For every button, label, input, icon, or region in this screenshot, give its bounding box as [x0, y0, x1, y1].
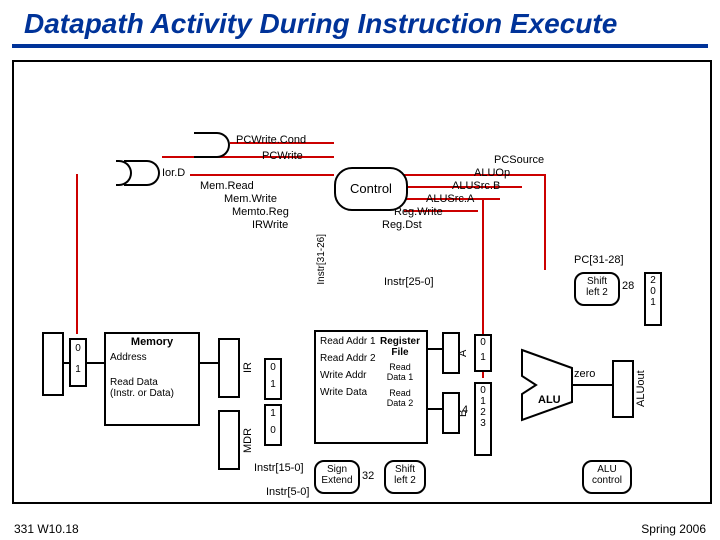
alu-control: ALU control [582, 460, 632, 494]
mdr-register: MDR [218, 410, 240, 470]
wire [60, 362, 70, 364]
datapath-frame: Control PCWrite.Cond PCWrite Ior.D Mem.R… [12, 60, 712, 504]
mux-in-0: 0 [266, 362, 280, 373]
signal-pcsource: PCSource [494, 154, 544, 166]
mux-in-1: 1 [266, 408, 280, 419]
memory-readdata-port: Read Data (Instr. or Data) [110, 377, 194, 399]
signal-regwrite: Reg.Write [394, 206, 443, 218]
aluout-register: ALUout [612, 360, 634, 418]
bus-instr5-0: Instr[5-0] [266, 486, 309, 498]
mux-in-0: 0 [476, 337, 490, 348]
bus-concat28: 28 [622, 280, 634, 292]
wire [424, 348, 442, 350]
regfile-writeaddr: Write Addr [320, 370, 378, 381]
mux-alusrca: 0 1 [474, 334, 492, 372]
memory-block: Memory Address Read Data (Instr. or Data… [104, 332, 200, 426]
memory-title: Memory [106, 336, 198, 348]
memory-writedata-port: Write Data [106, 414, 158, 426]
wire [544, 174, 546, 270]
mux-in-2: 2 [476, 407, 490, 418]
mux-iord: 0 1 [69, 338, 87, 387]
control-unit: Control [334, 167, 408, 211]
wire [404, 210, 478, 212]
mux-in-3: 3 [476, 418, 490, 429]
signal-irwrite: IRWrite [252, 219, 288, 231]
mux-in-0: 0 [646, 286, 660, 297]
signal-aluop: ALUOp [474, 167, 510, 179]
regfile-rd1: Read Data 1 [378, 362, 422, 382]
signal-pcwritecond: PCWrite.Cond [236, 134, 306, 146]
wire [230, 142, 334, 144]
title-underline [12, 44, 708, 48]
mux-in-0: 0 [476, 385, 490, 396]
mux-in-2: 2 [646, 275, 660, 286]
wire [404, 174, 544, 176]
mux-in-1: 1 [71, 364, 85, 375]
signal-pcwrite: PCWrite [262, 150, 303, 162]
alu-zero-flag: zero [574, 368, 595, 380]
mux-memtoreg: 1 0 [264, 404, 282, 446]
regfile-writedata: Write Data [320, 387, 378, 398]
signal-alusrcb: ALUSrc.B [452, 180, 500, 192]
mux-in-1: 1 [646, 297, 660, 308]
page-title: Datapath Activity During Instruction Exe… [24, 8, 617, 40]
signal-regdst: Reg.Dst [382, 219, 422, 231]
wire [84, 362, 104, 364]
wire [404, 198, 500, 200]
shift-left-2-upper: Shift left 2 [574, 272, 620, 306]
b-latch: B [442, 392, 460, 434]
wire [482, 198, 484, 378]
mux-in-1: 1 [266, 379, 280, 390]
or-gate-icon [124, 160, 160, 186]
wire [424, 408, 442, 410]
wire [196, 362, 218, 364]
mux-in-0: 0 [266, 425, 280, 436]
signal-memread: Mem.Read [200, 180, 254, 192]
mux-in-0: 0 [71, 343, 85, 354]
bus-pc31-28: PC[31-28] [574, 254, 624, 266]
shift-left-2-lower: Shift left 2 [384, 460, 426, 494]
mux-in-1: 1 [476, 396, 490, 407]
alu: ALU zero [522, 350, 592, 420]
bus-instr25-0: Instr[25-0] [384, 276, 434, 288]
wire [76, 174, 78, 334]
signal-alusrca: ALUSrc.A [426, 193, 474, 205]
mux-in-1: 1 [476, 352, 490, 363]
wire [190, 174, 334, 176]
bus-instr15-0: Instr[15-0] [254, 462, 304, 474]
a-latch: A [442, 332, 460, 374]
footer-left: 331 W10.18 [14, 522, 79, 536]
regfile-readaddr2: Read Addr 2 [320, 353, 378, 364]
signal-memwrite: Mem.Write [224, 193, 277, 205]
register-file: Read Addr 1 Read Addr 2 Write Addr Write… [314, 330, 428, 444]
wire [162, 156, 334, 158]
regfile-readaddr1: Read Addr 1 [320, 336, 378, 347]
bus-instr31-26: Instr[31-26] [316, 234, 327, 285]
wire [572, 384, 612, 386]
footer-right: Spring 2006 [641, 522, 706, 536]
sign-extend: Sign Extend [314, 460, 360, 494]
mux-pcsource: 2 0 1 [644, 272, 662, 326]
mux-alusrcb: 0 1 2 3 [474, 382, 492, 456]
alu-label: ALU [538, 394, 561, 406]
regfile-title: Register File [378, 336, 422, 358]
regfile-rd2: Read Data 2 [378, 388, 422, 408]
wire [404, 186, 522, 188]
and-gate-icon [194, 132, 230, 158]
signext-out-width: 32 [362, 470, 374, 482]
const-four: 4 [462, 404, 468, 416]
pc-register: PC [42, 332, 64, 396]
memory-address-port: Address [110, 352, 194, 363]
signal-iord: Ior.D [162, 167, 185, 179]
signal-memtoreg: Memto.Reg [232, 206, 289, 218]
mux-regdst: 0 1 [264, 358, 282, 400]
ir-register: IR [218, 338, 240, 398]
